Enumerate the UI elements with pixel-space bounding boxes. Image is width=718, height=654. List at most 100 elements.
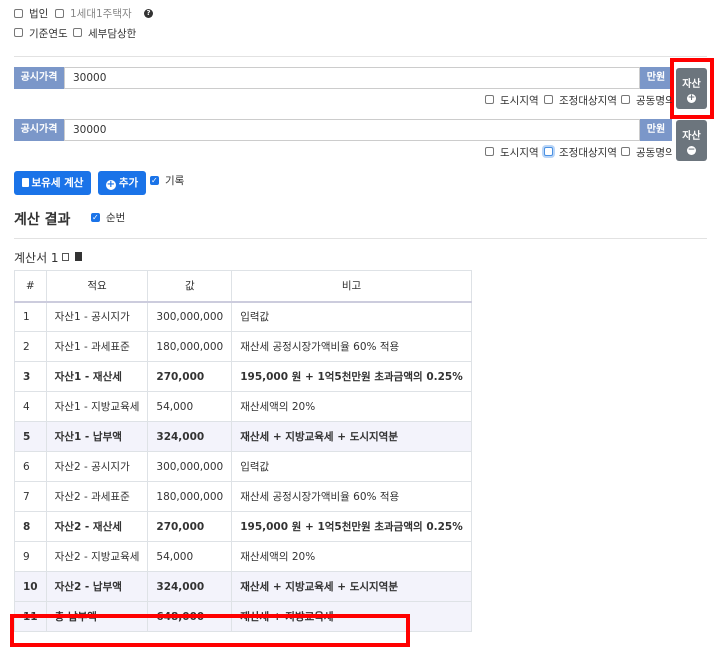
table-cell-value: 270,000 bbox=[147, 511, 233, 542]
table-cell-desc: 자산2 - 공시지가 bbox=[45, 451, 149, 482]
copy-icon[interactable] bbox=[62, 253, 69, 261]
table-cell-no: 6 bbox=[14, 451, 47, 482]
table-cell-value: 324,000 bbox=[147, 421, 233, 452]
asset1-joint-ownership-label: 공동명의 bbox=[636, 95, 672, 107]
table-cell-note: 195,000 원 + 1억5천만원 초과금액의 0.25% bbox=[231, 361, 472, 392]
table-cell-no: 4 bbox=[14, 391, 47, 422]
divider bbox=[14, 56, 707, 57]
table-cell-note: 재산세 공정시장가액비율 60% 적용 bbox=[231, 331, 472, 362]
remove-asset-button-label: 자산 bbox=[682, 131, 701, 142]
table-cell-desc: 자산2 - 재산세 bbox=[45, 511, 149, 542]
divider bbox=[14, 238, 707, 239]
table-cell-desc: 자산2 - 지방교육세 bbox=[45, 541, 149, 572]
calculator-icon bbox=[21, 178, 29, 187]
asset2-urban-checkbox[interactable] bbox=[485, 147, 494, 156]
record-checkbox[interactable] bbox=[150, 175, 159, 187]
asset2-joint-ownership-label: 공동명의 bbox=[636, 147, 672, 159]
table-cell-note: 195,000 원 + 1억5천만원 초과금액의 0.25% bbox=[231, 511, 472, 542]
asset1-unit-label: 만원 bbox=[640, 67, 672, 89]
document-icon[interactable] bbox=[75, 252, 82, 261]
asset1-urban-label: 도시지역 bbox=[500, 95, 539, 107]
table-row: 3 자산1 - 재산세 270,000 195,000 원 + 1억5천만원 초과금액… bbox=[14, 361, 472, 392]
table-cell-no: 2 bbox=[14, 331, 47, 362]
plus-circle-icon: + bbox=[687, 93, 696, 103]
minus-circle-icon: − bbox=[687, 145, 696, 155]
table-cell-desc: 자산2 - 납부액 bbox=[45, 571, 149, 602]
asset2-adjusted-area-checkbox[interactable] bbox=[544, 147, 553, 156]
table-cell-value: 54,000 bbox=[147, 541, 233, 572]
corporation-label: 법인 bbox=[29, 8, 49, 20]
table-row: 4 자산1 - 지방교육세 54,000 재산세액의 20% bbox=[14, 391, 472, 422]
asset2-adjusted-area-label: 조정대상지역 bbox=[559, 147, 617, 159]
column-header: 적요 bbox=[45, 270, 149, 303]
add-button[interactable]: + 추가 bbox=[98, 171, 146, 195]
table-row: 6 자산2 - 공시지가 300,000,000 입력값 bbox=[14, 451, 472, 482]
add-asset-button-label: 자산 bbox=[682, 79, 701, 90]
table-cell-note: 재산세액의 20% bbox=[231, 541, 472, 572]
table-row: 7 자산2 - 과세표준 180,000,000 재산세 공정시장가액비율 60% 적… bbox=[14, 481, 472, 512]
table-cell-value: 270,000 bbox=[147, 361, 233, 392]
plus-circle-icon: + bbox=[105, 179, 116, 190]
one-house-label: 1세대1주택자 bbox=[70, 8, 132, 20]
asset2-price-input[interactable]: 30000 bbox=[64, 119, 640, 141]
table-cell-desc: 자산1 - 지방교육세 bbox=[45, 391, 149, 422]
table-row: 8 자산2 - 재산세 270,000 195,000 원 + 1억5천만원 초과금액… bbox=[14, 511, 472, 542]
table-cell-value: 648,000 bbox=[147, 601, 233, 632]
asset2-price-label: 공시가격 bbox=[14, 119, 64, 141]
one-house-checkbox[interactable] bbox=[55, 9, 64, 18]
table-cell-desc: 자산1 - 과세표준 bbox=[45, 331, 149, 362]
table-cell-no: 3 bbox=[14, 361, 47, 392]
table-cell-note: 재산세 + 지방교육세 + 도시지역분 bbox=[231, 421, 472, 452]
base-year-checkbox[interactable] bbox=[14, 28, 23, 37]
asset1-price-label: 공시가격 bbox=[14, 67, 64, 89]
table-cell-no: 9 bbox=[14, 541, 47, 572]
help-icon[interactable]: ? bbox=[144, 9, 153, 18]
add-asset-button[interactable]: 자산 + bbox=[676, 68, 707, 109]
column-header: 비고 bbox=[231, 270, 472, 303]
table-cell-value: 300,000,000 bbox=[147, 451, 233, 482]
asset2-joint-ownership-checkbox[interactable] bbox=[621, 147, 630, 156]
table-row: 9 자산2 - 지방교육세 54,000 재산세액의 20% bbox=[14, 541, 472, 572]
table-cell-value: 180,000,000 bbox=[147, 481, 233, 512]
table-cell-value: 180,000,000 bbox=[147, 331, 233, 362]
table-cell-no: 11 bbox=[14, 601, 47, 632]
table-row: 1 자산1 - 공시지가 300,000,000 입력값 bbox=[14, 301, 472, 332]
table-cell-note: 재산세 + 지방교육세 + 도시지역분 bbox=[231, 571, 472, 602]
table-cell-value: 300,000,000 bbox=[147, 301, 233, 332]
asset1-price-input[interactable]: 30000 bbox=[64, 67, 640, 89]
asset1-adjusted-area-checkbox[interactable] bbox=[544, 95, 553, 104]
table-cell-note: 입력값 bbox=[231, 451, 472, 482]
table-row: 5 자산1 - 납부액 324,000 재산세 + 지방교육세 + 도시지역분 bbox=[14, 421, 472, 452]
table-cell-desc: 자산1 - 공시지가 bbox=[45, 301, 149, 332]
column-header: 값 bbox=[147, 270, 233, 303]
table-cell-desc: 자산1 - 납부액 bbox=[45, 421, 149, 452]
table-cell-no: 7 bbox=[14, 481, 47, 512]
corporation-checkbox[interactable] bbox=[14, 9, 23, 18]
table-cell-note: 재산세 + 지방교육세 bbox=[231, 601, 472, 632]
table-cell-note: 입력값 bbox=[231, 301, 472, 332]
asset1-joint-ownership-checkbox[interactable] bbox=[621, 95, 630, 104]
table-cell-value: 324,000 bbox=[147, 571, 233, 602]
order-label: 순번 bbox=[106, 212, 126, 224]
tax-cap-checkbox[interactable] bbox=[73, 28, 82, 37]
calculate-tax-button[interactable]: 보유세 계산 bbox=[14, 171, 91, 195]
table-cell-note: 재산세액의 20% bbox=[231, 391, 472, 422]
order-checkbox[interactable] bbox=[91, 212, 100, 224]
table-cell-no: 8 bbox=[14, 511, 47, 542]
table-cell-note: 재산세 공정시장가액비율 60% 적용 bbox=[231, 481, 472, 512]
table-cell-desc: 자산1 - 재산세 bbox=[45, 361, 149, 392]
remove-asset-button[interactable]: 자산 − bbox=[676, 120, 707, 161]
record-label: 기록 bbox=[165, 175, 185, 187]
calculation-table: # 적요 값 비고 1 자산1 - 공시지가 300,000,000 입력값 2 자산1 … bbox=[14, 270, 472, 632]
asset2-urban-label: 도시지역 bbox=[500, 147, 539, 159]
statement-title: 계산서 1 bbox=[14, 251, 59, 265]
base-year-label: 기준연도 bbox=[29, 28, 68, 40]
column-header: # bbox=[14, 270, 47, 303]
table-row: 2 자산1 - 과세표준 180,000,000 재산세 공정시장가액비율 60% 적… bbox=[14, 331, 472, 362]
add-label: 추가 bbox=[118, 177, 139, 189]
tax-cap-label: 세부담상한 bbox=[88, 28, 137, 40]
table-cell-no: 5 bbox=[14, 421, 47, 452]
table-row: 10 자산2 - 납부액 324,000 재산세 + 지방교육세 + 도시지역분 bbox=[14, 571, 472, 602]
result-title: 계산 결과 bbox=[14, 212, 71, 228]
asset1-urban-checkbox[interactable] bbox=[485, 95, 494, 104]
